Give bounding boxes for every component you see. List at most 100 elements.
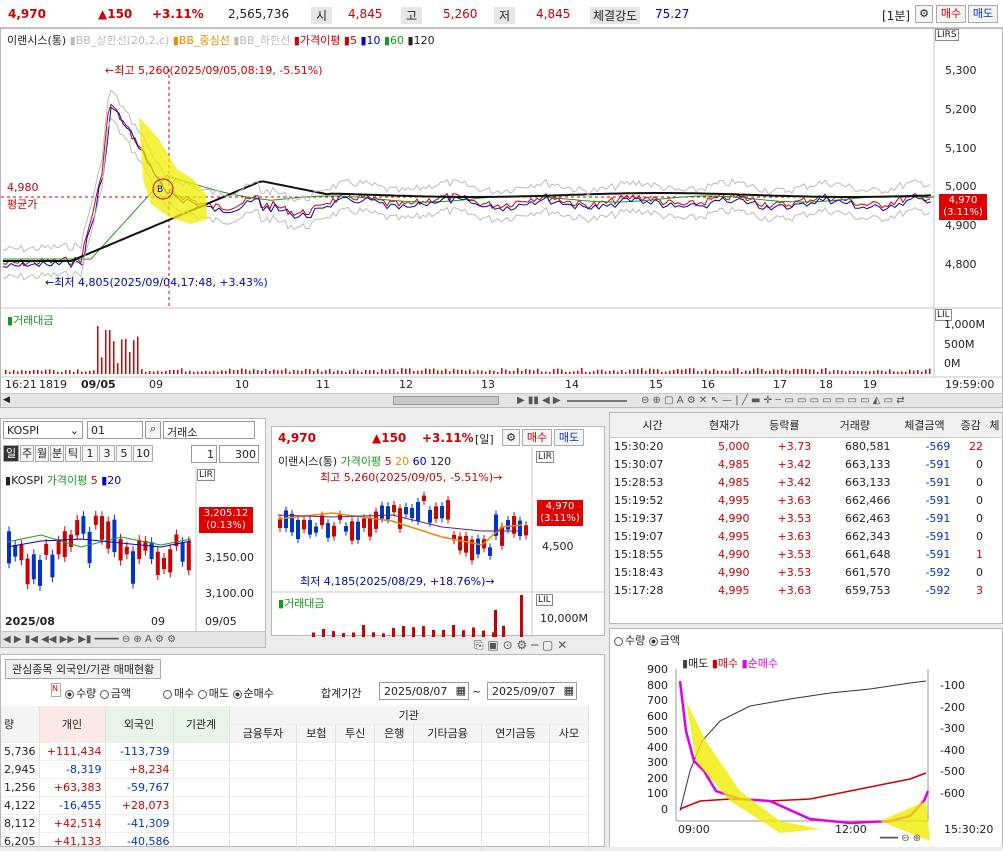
tick-header[interactable]: 체결금액 — [894, 413, 954, 437]
investor-cell: +28,073 — [105, 796, 174, 815]
table-row[interactable]: 15:19:07 4,995 +3.63 662,343 -591 0 — [610, 527, 1002, 545]
table-row[interactable]: 8,112 +42,514 -41,309 — [1, 814, 590, 833]
period-button[interactable]: 분 — [50, 445, 64, 462]
interval-label[interactable]: [1분] — [882, 7, 910, 24]
radio-inv-qty[interactable] — [65, 689, 74, 699]
table-row[interactable]: 15:28:53 4,985 +3.42 663,133 -591 0 — [610, 473, 1002, 491]
radio-amt[interactable] — [648, 636, 658, 646]
playback-controls[interactable]: ▶ ▮▮ ◀ ▶ — [517, 395, 561, 406]
daily-candle — [362, 518, 366, 528]
period-button[interactable]: 5 — [116, 445, 132, 462]
flow-zoom-controls[interactable]: ━━━ ⊖ ⊕ — [880, 833, 921, 844]
volume-bar — [597, 369, 599, 374]
period-button[interactable]: 1 — [82, 445, 98, 462]
type-radio-group[interactable]: 매수 매도 순매수 — [163, 685, 274, 701]
tick-cell: -569 — [925, 439, 951, 453]
daily-vol-scale[interactable]: LIL — [536, 594, 553, 606]
y-tick: 5,000 — [945, 180, 977, 193]
period-button[interactable]: 주 — [20, 445, 34, 462]
investor-cell: 2,945 — [1, 760, 40, 779]
tick-header[interactable]: 현재가 — [695, 413, 753, 437]
table-row[interactable]: 15:30:07 4,985 +3.42 663,133 -591 0 — [610, 455, 1002, 473]
net-buy-line — [678, 680, 930, 825]
volume-bar — [561, 369, 563, 374]
calendar-icon[interactable]: ▦ — [456, 684, 466, 697]
period-button[interactable]: 틱 — [65, 445, 81, 462]
period-button[interactable]: 일 — [3, 445, 19, 462]
zoom-slider[interactable] — [567, 400, 627, 402]
volume-bar — [157, 370, 159, 374]
table-row[interactable]: 5,736 +111,434 -113,739 — [1, 742, 590, 761]
unit-radio-group[interactable]: 수량 금액 — [65, 685, 131, 701]
buy-button[interactable]: 매수 — [936, 5, 966, 23]
investor-cell — [296, 742, 337, 761]
flow-radio-group[interactable]: 수량 금액 — [614, 632, 680, 648]
volume-bar — [621, 370, 623, 374]
tick-cell: 22 — [968, 439, 983, 453]
index-num-input[interactable]: 01 — [87, 421, 143, 439]
window-controls[interactable]: ⎘ ▣ ⊙ ⚙ ─ ▢ ✕ — [474, 638, 567, 653]
table-row[interactable]: 1,256 +63,383 -59,767 — [1, 778, 590, 797]
kospi-scrollbar[interactable]: ◀ ▶ ▮◀ ◀◀ ▶▶ ▶▮ ━━━━ ⊖ ⊕ A ⚙ ⚙ — [1, 631, 265, 647]
volume-bar — [637, 369, 639, 374]
volume-bar — [297, 370, 299, 374]
volume-bar — [677, 369, 679, 374]
tick-cell: +3.42 — [777, 457, 812, 471]
daily-vol-bar — [372, 632, 375, 637]
chart-scrollbar[interactable]: ◀ ▶ ▮▮ ◀ ▶ ⊖ ⊕ ▢ A ⚙ ✕ ↖ — | ╱ ▬ ✛ ┄ ▭ ▭… — [1, 393, 1002, 407]
table-row[interactable]: 15:19:52 4,995 +3.63 662,466 -591 0 — [610, 491, 1002, 509]
table-row[interactable]: 15:18:55 4,990 +3.53 661,648 -591 1 — [610, 545, 1002, 563]
tick-cell: 15:30:20 — [614, 439, 664, 453]
volume-bar — [29, 371, 31, 374]
table-row[interactable]: 6,205 +41,133 -40,586 — [1, 832, 590, 851]
radio-qty[interactable] — [614, 636, 623, 646]
tick-cell: 662,466 — [844, 493, 891, 507]
tick-header[interactable]: 등락률 — [753, 413, 815, 437]
tick-header[interactable]: 거래량 — [815, 413, 894, 437]
period-button[interactable]: 월 — [35, 445, 49, 462]
tick-cell: -592 — [925, 583, 951, 597]
tick-header[interactable]: 시간 — [610, 413, 695, 437]
strength-value: 75.27 — [655, 7, 690, 21]
kospi-candle — [100, 516, 104, 540]
daily-candle — [488, 547, 492, 556]
scroll-left-icon[interactable]: ◀ — [3, 395, 10, 405]
volume-bar — [85, 371, 87, 374]
table-row[interactable]: 15:17:28 4,995 +3.63 659,753 -592 3 — [610, 581, 1002, 599]
radio-inv-sell[interactable] — [197, 689, 207, 699]
investor-tab[interactable]: 관심종목 외국인/기관 매매현황 — [5, 659, 162, 679]
date-to-input[interactable]: 2025/09/07 ▦ — [487, 682, 577, 700]
index-code-select[interactable]: KOSPI ⌄ — [3, 421, 83, 439]
table-row[interactable]: 15:18:43 4,990 +3.53 661,570 -592 0 — [610, 563, 1002, 581]
period-button[interactable]: 10 — [133, 445, 153, 462]
daily-vol-bar — [332, 631, 335, 637]
search-icon[interactable]: ⌕ — [145, 421, 161, 439]
period-button[interactable]: 3 — [99, 445, 115, 462]
y-tick: 5,200 — [945, 103, 977, 116]
daily-vol-bar — [322, 628, 325, 637]
count-input[interactable]: 300 — [219, 445, 259, 463]
tick-header[interactable]: 체 — [987, 413, 1002, 437]
radio-inv-net[interactable] — [232, 689, 242, 699]
volume-bar — [273, 369, 275, 374]
volume-bar — [449, 371, 451, 374]
date-from-input[interactable]: 2025/08/07 ▦ — [379, 682, 469, 700]
calendar-icon[interactable]: ▦ — [564, 684, 574, 697]
scroll-thumb[interactable] — [393, 396, 499, 405]
investor-cell — [335, 814, 376, 833]
table-row[interactable]: 2,945 -8,319 +8,234 — [1, 760, 590, 779]
kospi-xtick-2: 09 — [151, 615, 165, 628]
sell-button[interactable]: 매도 — [968, 5, 998, 23]
tick-header[interactable]: 증감 — [954, 413, 987, 437]
price-box-pct: (3.11%) — [943, 207, 983, 218]
radio-inv-buy[interactable] — [163, 689, 172, 699]
gear-icon[interactable]: ⚙ — [915, 5, 933, 23]
count-select[interactable]: 1 — [191, 445, 217, 463]
table-row[interactable]: 15:30:20 5,000 +3.73 680,581 -569 22 — [610, 437, 1002, 455]
table-row[interactable]: 15:19:37 4,990 +3.53 662,463 -591 0 — [610, 509, 1002, 527]
table-row[interactable]: 4,122 -16,455 +28,073 — [1, 796, 590, 815]
volume-bar — [901, 371, 903, 374]
chart-toolbar[interactable]: ⊖ ⊕ ▢ A ⚙ ✕ ↖ — | ╱ ▬ ✛ ┄ ▭ ▭ ▭ ▭ ▭ ▭ ▭ … — [641, 395, 905, 406]
radio-inv-amt[interactable] — [99, 689, 109, 699]
investor-cell: 8,112 — [1, 814, 40, 833]
